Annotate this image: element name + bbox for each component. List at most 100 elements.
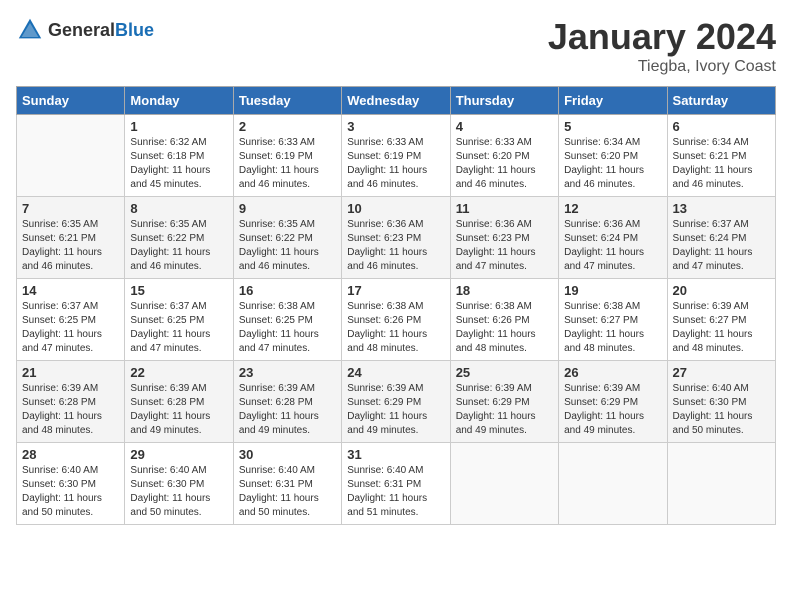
day-detail: Sunrise: 6:32 AMSunset: 6:18 PMDaylight:… — [130, 136, 227, 192]
weekday-header-tuesday: Tuesday — [233, 87, 341, 115]
day-number: 26 — [564, 365, 661, 380]
day-detail: Sunrise: 6:38 AMSunset: 6:27 PMDaylight:… — [564, 300, 661, 356]
weekday-header-monday: Monday — [125, 87, 233, 115]
month-title: January 2024 — [548, 16, 776, 58]
calendar-cell: 14 Sunrise: 6:37 AMSunset: 6:25 PMDayligh… — [17, 279, 125, 361]
calendar-week-row: 7 Sunrise: 6:35 AMSunset: 6:21 PMDaylight… — [17, 197, 776, 279]
calendar-cell: 16 Sunrise: 6:38 AMSunset: 6:25 PMDayligh… — [233, 279, 341, 361]
day-detail: Sunrise: 6:39 AMSunset: 6:28 PMDaylight:… — [239, 382, 336, 438]
day-detail: Sunrise: 6:33 AMSunset: 6:20 PMDaylight:… — [456, 136, 553, 192]
day-detail: Sunrise: 6:40 AMSunset: 6:30 PMDaylight:… — [130, 464, 227, 520]
weekday-header-wednesday: Wednesday — [342, 87, 450, 115]
calendar-cell: 4 Sunrise: 6:33 AMSunset: 6:20 PMDaylight… — [450, 115, 558, 197]
day-detail: Sunrise: 6:38 AMSunset: 6:25 PMDaylight:… — [239, 300, 336, 356]
day-number: 3 — [347, 119, 444, 134]
calendar-cell: 2 Sunrise: 6:33 AMSunset: 6:19 PMDaylight… — [233, 115, 341, 197]
weekday-header-friday: Friday — [559, 87, 667, 115]
calendar-cell: 25 Sunrise: 6:39 AMSunset: 6:29 PMDayligh… — [450, 361, 558, 443]
day-number: 27 — [673, 365, 770, 380]
day-number: 11 — [456, 201, 553, 216]
day-number: 30 — [239, 447, 336, 462]
day-detail: Sunrise: 6:39 AMSunset: 6:28 PMDaylight:… — [22, 382, 119, 438]
day-number: 9 — [239, 201, 336, 216]
calendar-cell: 18 Sunrise: 6:38 AMSunset: 6:26 PMDayligh… — [450, 279, 558, 361]
day-number: 25 — [456, 365, 553, 380]
calendar-cell: 27 Sunrise: 6:40 AMSunset: 6:30 PMDayligh… — [667, 361, 775, 443]
calendar-cell: 5 Sunrise: 6:34 AMSunset: 6:20 PMDaylight… — [559, 115, 667, 197]
logo-icon — [16, 16, 44, 44]
day-detail: Sunrise: 6:38 AMSunset: 6:26 PMDaylight:… — [456, 300, 553, 356]
day-number: 29 — [130, 447, 227, 462]
calendar-week-row: 14 Sunrise: 6:37 AMSunset: 6:25 PMDayligh… — [17, 279, 776, 361]
calendar-cell: 24 Sunrise: 6:39 AMSunset: 6:29 PMDayligh… — [342, 361, 450, 443]
calendar-cell — [450, 443, 558, 525]
day-detail: Sunrise: 6:38 AMSunset: 6:26 PMDaylight:… — [347, 300, 444, 356]
calendar-cell: 20Sunrise: 6:39 AMSunset: 6:27 PMDayligh… — [667, 279, 775, 361]
day-detail: Sunrise: 6:36 AMSunset: 6:23 PMDaylight:… — [456, 218, 553, 274]
day-detail: Sunrise: 6:35 AMSunset: 6:22 PMDaylight:… — [239, 218, 336, 274]
day-number: 14 — [22, 283, 119, 298]
day-detail: Sunrise: 6:40 AMSunset: 6:31 PMDaylight:… — [239, 464, 336, 520]
calendar-cell: 1Sunrise: 6:32 AMSunset: 6:18 PMDaylight… — [125, 115, 233, 197]
day-detail: Sunrise: 6:34 AMSunset: 6:20 PMDaylight:… — [564, 136, 661, 192]
calendar-cell: 17 Sunrise: 6:38 AMSunset: 6:26 PMDayligh… — [342, 279, 450, 361]
weekday-header-thursday: Thursday — [450, 87, 558, 115]
day-number: 4 — [456, 119, 553, 134]
calendar-cell: 12 Sunrise: 6:36 AMSunset: 6:24 PMDayligh… — [559, 197, 667, 279]
day-number: 22 — [130, 365, 227, 380]
day-detail: Sunrise: 6:35 AMSunset: 6:22 PMDaylight:… — [130, 218, 227, 274]
day-detail: Sunrise: 6:39 AMSunset: 6:29 PMDaylight:… — [564, 382, 661, 438]
calendar-cell: 29 Sunrise: 6:40 AMSunset: 6:30 PMDayligh… — [125, 443, 233, 525]
day-detail: Sunrise: 6:40 AMSunset: 6:30 PMDaylight:… — [673, 382, 770, 438]
logo-text-general: General — [48, 20, 115, 40]
day-number: 16 — [239, 283, 336, 298]
calendar-cell: 8 Sunrise: 6:35 AMSunset: 6:22 PMDaylight… — [125, 197, 233, 279]
day-number: 12 — [564, 201, 661, 216]
day-number: 31 — [347, 447, 444, 462]
day-number: 18 — [456, 283, 553, 298]
calendar-cell: 10Sunrise: 6:36 AMSunset: 6:23 PMDayligh… — [342, 197, 450, 279]
calendar-cell: 15 Sunrise: 6:37 AMSunset: 6:25 PMDayligh… — [125, 279, 233, 361]
day-number: 5 — [564, 119, 661, 134]
day-number: 10 — [347, 201, 444, 216]
calendar-cell: 7 Sunrise: 6:35 AMSunset: 6:21 PMDaylight… — [17, 197, 125, 279]
calendar-cell — [667, 443, 775, 525]
day-number: 15 — [130, 283, 227, 298]
day-number: 7 — [22, 201, 119, 216]
day-number: 24 — [347, 365, 444, 380]
weekday-header-sunday: Sunday — [17, 87, 125, 115]
day-detail: Sunrise: 6:40 AMSunset: 6:30 PMDaylight:… — [22, 464, 119, 520]
day-detail: Sunrise: 6:36 AMSunset: 6:24 PMDaylight:… — [564, 218, 661, 274]
calendar-cell: 30 Sunrise: 6:40 AMSunset: 6:31 PMDayligh… — [233, 443, 341, 525]
day-detail: Sunrise: 6:39 AMSunset: 6:29 PMDaylight:… — [456, 382, 553, 438]
calendar-week-row: 1Sunrise: 6:32 AMSunset: 6:18 PMDaylight… — [17, 115, 776, 197]
day-number: 8 — [130, 201, 227, 216]
day-detail: Sunrise: 6:33 AMSunset: 6:19 PMDaylight:… — [347, 136, 444, 192]
day-number: 21 — [22, 365, 119, 380]
calendar-cell: 13 Sunrise: 6:37 AMSunset: 6:24 PMDayligh… — [667, 197, 775, 279]
day-detail: Sunrise: 6:37 AMSunset: 6:25 PMDaylight:… — [130, 300, 227, 356]
day-detail: Sunrise: 6:35 AMSunset: 6:21 PMDaylight:… — [22, 218, 119, 274]
calendar-cell: 19 Sunrise: 6:38 AMSunset: 6:27 PMDayligh… — [559, 279, 667, 361]
calendar-cell: 23Sunrise: 6:39 AMSunset: 6:28 PMDayligh… — [233, 361, 341, 443]
day-detail: Sunrise: 6:39 AMSunset: 6:28 PMDaylight:… — [130, 382, 227, 438]
calendar-cell: 28Sunrise: 6:40 AMSunset: 6:30 PMDayligh… — [17, 443, 125, 525]
weekday-header-row: SundayMondayTuesdayWednesdayThursdayFrid… — [17, 87, 776, 115]
day-number: 6 — [673, 119, 770, 134]
calendar-cell: 22 Sunrise: 6:39 AMSunset: 6:28 PMDayligh… — [125, 361, 233, 443]
day-number: 17 — [347, 283, 444, 298]
calendar-week-row: 28Sunrise: 6:40 AMSunset: 6:30 PMDayligh… — [17, 443, 776, 525]
day-number: 20 — [673, 283, 770, 298]
day-detail: Sunrise: 6:37 AMSunset: 6:24 PMDaylight:… — [673, 218, 770, 274]
day-detail: Sunrise: 6:37 AMSunset: 6:25 PMDaylight:… — [22, 300, 119, 356]
calendar-week-row: 21 Sunrise: 6:39 AMSunset: 6:28 PMDayligh… — [17, 361, 776, 443]
title-area: January 2024 Tiegba, Ivory Coast — [548, 16, 776, 76]
day-detail: Sunrise: 6:34 AMSunset: 6:21 PMDaylight:… — [673, 136, 770, 192]
day-number: 19 — [564, 283, 661, 298]
header: GeneralBlue January 2024 Tiegba, Ivory C… — [16, 16, 776, 76]
calendar-cell: 6 Sunrise: 6:34 AMSunset: 6:21 PMDaylight… — [667, 115, 775, 197]
day-detail: Sunrise: 6:39 AMSunset: 6:29 PMDaylight:… — [347, 382, 444, 438]
day-detail: Sunrise: 6:33 AMSunset: 6:19 PMDaylight:… — [239, 136, 336, 192]
day-number: 13 — [673, 201, 770, 216]
day-number: 2 — [239, 119, 336, 134]
